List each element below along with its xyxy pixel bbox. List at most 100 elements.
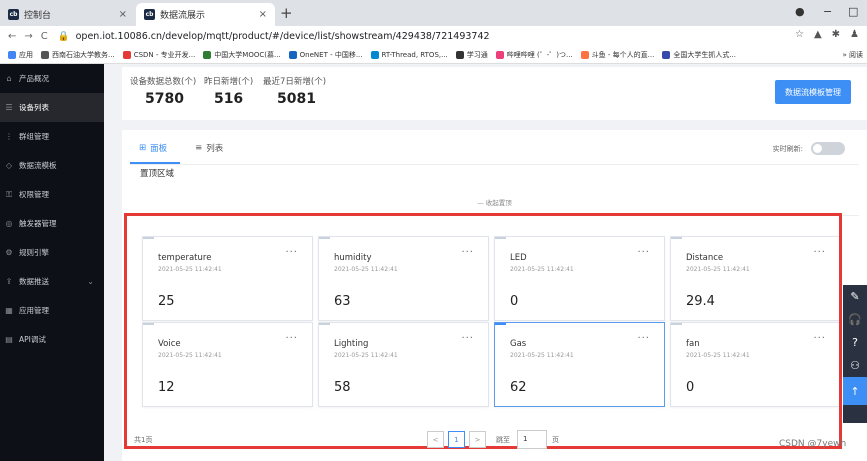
auto-refresh: 实时刷新: (773, 142, 845, 155)
page-suffix: 页 (552, 436, 559, 444)
sidebar-item-label: 规则引擎 (19, 248, 49, 257)
sidebar-item-datastream-template[interactable]: ◇ 数据流模板 (0, 151, 104, 180)
page-1-button[interactable]: 1 (448, 431, 465, 448)
watermark: CSDN @7yewh (779, 439, 847, 449)
goto-label: 跳至 (496, 436, 510, 444)
close-tab-icon[interactable]: × (119, 9, 127, 20)
tab-list[interactable]: ≡ 列表 (195, 142, 223, 154)
page-total: 共1页 (134, 436, 153, 444)
bookmark-item[interactable]: 学习通 (455, 50, 488, 60)
bookmark-favicon-icon (495, 50, 504, 59)
group-icon: ⋮ (5, 132, 13, 141)
bookmark-favicon-icon (288, 50, 297, 59)
key-icon: ⚿ (5, 189, 13, 199)
url-field[interactable]: 🔒 open.iot.10086.cn/develop/mqtt/product/… (58, 31, 490, 42)
sidebar-item-app-management[interactable]: ▦ 应用管理 (0, 296, 104, 325)
stat-label: 最近7日新增(个) (263, 77, 327, 87)
pagination: 共1页 < 1 > 跳至 1 页 (122, 429, 867, 453)
tab-label: 列表 (206, 144, 224, 154)
back-icon[interactable]: ← (8, 31, 16, 42)
bookmark-favicon-icon (455, 50, 464, 59)
next-page-button[interactable]: > (469, 431, 486, 448)
lock-icon: 🔒 (57, 30, 70, 42)
tab-panel[interactable]: ⊞ 面板 (139, 142, 167, 154)
stat-value: 5081 (277, 91, 316, 107)
chevron-down-icon: ⌄ (87, 277, 94, 286)
stat-total: 设备数据总数(个) 5780 (130, 75, 196, 107)
extension-icon[interactable]: ▲ (814, 29, 822, 40)
view-tabs: ⊞ 面板 ≡ 列表 (139, 142, 223, 154)
bookmark-item[interactable]: RT-Thread, RTOS,... (370, 50, 448, 59)
bookmarks-bar: 应用 西南石油大学教务... CSDN - 专业开发... 中国大学MOOC(慕… (0, 46, 867, 64)
stat-label: 设备数据总数(个) (130, 77, 197, 87)
sidebar-item-label: 触发器管理 (19, 219, 57, 228)
template-icon: ◇ (5, 161, 13, 170)
new-tab-button[interactable]: + (280, 4, 293, 22)
pinned-area-label: 置顶区域 (140, 169, 175, 179)
home-icon: ⌂ (6, 74, 12, 83)
bookmark-favicon-icon (370, 50, 379, 59)
datastream-template-button[interactable]: 数据流模板管理 (775, 80, 851, 104)
headset-icon[interactable]: 🎧 (843, 308, 867, 331)
sidebar-item-device-list[interactable]: ☰ 设备列表 (0, 93, 104, 122)
sidebar-item-triggers[interactable]: ◎ 触发器管理 (0, 209, 104, 238)
onenet-favicon-icon: cb (8, 9, 19, 20)
forward-icon[interactable]: → (24, 31, 32, 42)
bookmark-star-icon[interactable]: ☆ (795, 29, 804, 40)
extension-puzzle-icon[interactable]: ✱ (832, 29, 840, 40)
bookmark-item[interactable]: 哔哩哔哩 (゜-゜)つ... (495, 50, 573, 60)
sidebar-item-group-management[interactable]: ⋮ 群组管理 (0, 122, 104, 151)
url-text: open.iot.10086.cn/develop/mqtt/product/#… (75, 30, 490, 42)
sidebar-item-data-push[interactable]: ⇪ 数据推送 ⌄ (0, 267, 104, 296)
bookmark-item[interactable]: 斗鱼 - 每个人的直... (580, 50, 654, 60)
browser-tab-console[interactable]: cb 控制台 × (0, 3, 135, 26)
bookmark-favicon-icon (41, 50, 49, 59)
trigger-icon: ◎ (5, 219, 13, 228)
minimize-button[interactable]: − (823, 5, 832, 18)
user-icon[interactable]: ⚇ (843, 354, 867, 377)
sidebar-item-label: 数据流模板 (19, 161, 57, 170)
sidebar: ⌂ 产品概况 ☰ 设备列表 ⋮ 群组管理 ◇ 数据流模板 ⚿ 权限管理 ◎ 触发器管理 ⚙ 规… (0, 64, 104, 461)
sidebar-item-permissions[interactable]: ⚿ 权限管理 (0, 180, 104, 209)
bookmark-item[interactable]: OneNET - 中国移... (288, 50, 363, 60)
sidebar-item-label: 权限管理 (19, 190, 49, 199)
sidebar-item-product-overview[interactable]: ⌂ 产品概况 (0, 64, 104, 93)
sidebar-item-rule-engine[interactable]: ⚙ 规则引擎 (0, 238, 104, 267)
browser-tab-strip: cb 控制台 × cb 数据流展示 × + ● − □ (0, 0, 867, 26)
collapse-pinned-button[interactable]: — 收起置顶 (122, 197, 867, 207)
apps-icon (8, 50, 16, 59)
browser-tab-datastream[interactable]: cb 数据流展示 × (136, 3, 275, 26)
close-tab-icon[interactable]: × (259, 9, 267, 20)
back-to-top-icon[interactable]: ↑ (843, 377, 867, 405)
bookmark-item[interactable]: 中国大学MOOC(慕... (203, 50, 281, 60)
stat-week: 最近7日新增(个) 5081 (263, 75, 326, 107)
sidebar-item-api-debug[interactable]: ▤ API调试 (0, 325, 104, 354)
account-icon[interactable]: ♟ (850, 29, 859, 40)
auto-refresh-toggle[interactable] (811, 142, 845, 155)
bookmark-item[interactable]: 应用 (8, 50, 33, 60)
bookmark-item[interactable]: 全国大学生抓人式... (662, 50, 736, 60)
sidebar-item-label: API调试 (19, 335, 46, 344)
bookmark-item[interactable]: CSDN - 专业开发... (122, 50, 195, 60)
reload-icon[interactable]: C (41, 31, 48, 42)
profile-icon[interactable]: ● (795, 5, 805, 18)
bookmark-item[interactable]: 西南石油大学教务... (41, 50, 115, 60)
sidebar-item-label: 应用管理 (19, 306, 49, 315)
app-grid-icon: ▦ (5, 306, 13, 315)
stat-label: 昨日新增(个) (204, 77, 254, 87)
bookmark-favicon-icon (203, 50, 212, 59)
help-icon[interactable]: ? (843, 331, 867, 354)
auto-refresh-label: 实时刷新: (772, 144, 803, 153)
goto-page-input[interactable]: 1 (517, 430, 547, 449)
sidebar-item-label: 产品概况 (19, 74, 49, 83)
grid-icon: ⊞ (139, 143, 147, 153)
list-icon: ≡ (195, 143, 203, 153)
prev-page-button[interactable]: < (427, 431, 444, 448)
more-bookmarks-button[interactable]: » 阅读 (838, 49, 863, 60)
list-icon: ☰ (5, 103, 13, 112)
edit-icon[interactable]: ✎ (843, 285, 867, 308)
address-bar-row: ← → C 🔒 open.iot.10086.cn/develop/mqtt/pr… (0, 26, 867, 46)
tab-divider (130, 164, 859, 165)
sidebar-item-label: 群组管理 (19, 132, 49, 141)
maximize-button[interactable]: □ (848, 5, 858, 18)
